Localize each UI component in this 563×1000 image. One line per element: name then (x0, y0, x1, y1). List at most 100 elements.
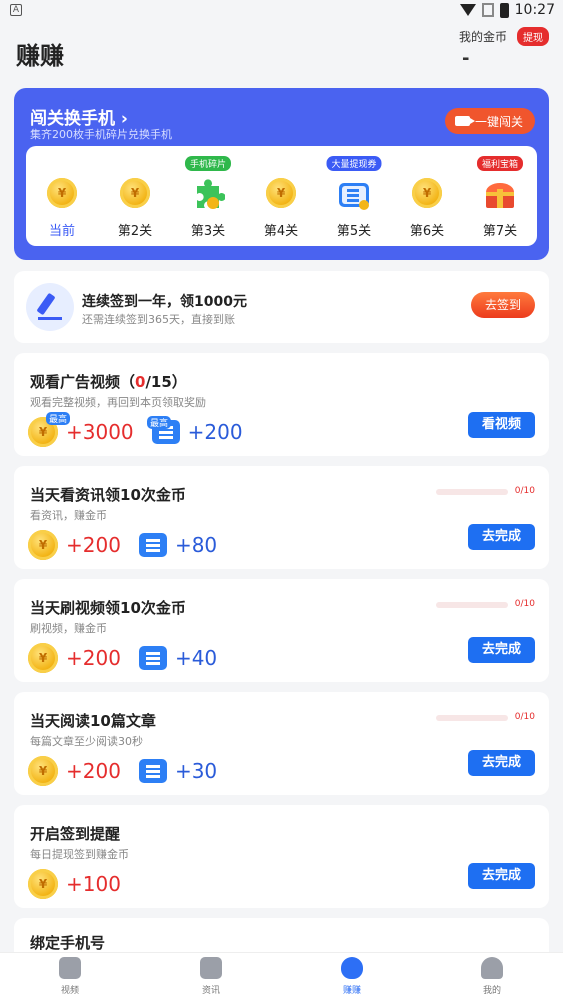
task-subtitle: 每篇文章至少阅读30秒 (30, 735, 143, 748)
gold-coin-icon: ¥ (266, 178, 296, 208)
tab-video[interactable]: 视频 (30, 957, 110, 996)
tab-profile[interactable]: 我的 (452, 957, 532, 996)
coin-reward: +3000 (66, 420, 134, 444)
money-bag-icon (341, 957, 363, 979)
level-label: 第7关 (482, 224, 518, 239)
bottom-tab-bar: 视频 资讯 赚赚 我的 (0, 952, 563, 1000)
news-icon (200, 957, 222, 979)
complete-button[interactable]: 去完成 (467, 863, 535, 889)
gold-coin-icon: ¥ (28, 756, 58, 786)
level-label: 第3关 (190, 224, 226, 239)
coins-value: - (462, 48, 470, 69)
one-click-challenge-button[interactable]: 一键闯关 (444, 108, 535, 134)
task-progress-bar (436, 602, 508, 608)
level-tag: 大量提现券 (326, 156, 382, 171)
tab-news[interactable]: 资讯 (171, 957, 251, 996)
level-item-5[interactable]: 大量提现券 第5关 (324, 146, 384, 246)
coin-reward: +200 (66, 759, 121, 783)
header: 赚赚 我的金币 提现 - (0, 24, 563, 84)
pen-icon (26, 283, 74, 331)
gold-coin-icon: ¥ (28, 530, 58, 560)
level-label: 第4关 (263, 224, 299, 239)
signin-button[interactable]: 去签到 (470, 292, 535, 318)
task-title: 开启签到提醒 (30, 825, 121, 843)
one-click-label: 一键闯关 (474, 114, 523, 129)
tab-label: 资讯 (201, 986, 220, 996)
level-item-4[interactable]: ¥ 第4关 (251, 146, 311, 246)
watch-video-button[interactable]: 看视频 (467, 412, 535, 438)
levels-panel: ¥ 当前 ¥ 第2关 手机碎片 第3关 ¥ 第4关 大量提现券 第5关 ¥ 第6… (26, 146, 537, 246)
task-card-videos: 当天刷视频领10次金币 刷视频，赚金币 0/10 ¥ +200 +40 去完成 (14, 579, 549, 682)
status-bar: A 10:27 (0, 0, 563, 24)
task-reward: ¥ +200 +40 (28, 643, 217, 673)
tab-earn[interactable]: 赚赚 (312, 957, 392, 996)
task-title: 当天刷视频领10次金币 (30, 599, 186, 617)
task-progress-bar (436, 715, 508, 721)
ticket-reward: +30 (174, 759, 218, 783)
task-title: 观看广告视频（0/15） (30, 373, 187, 391)
coin-reward: +200 (66, 533, 121, 557)
status-icons: 10:27 (459, 2, 555, 18)
level-item-3[interactable]: 手机碎片 第3关 (178, 146, 238, 246)
coin-reward: +100 (66, 872, 121, 896)
my-coins-label[interactable]: 我的金币 (459, 28, 507, 45)
level-label: 第6关 (409, 224, 445, 239)
ticket-icon (138, 533, 167, 557)
ticket-reward: +40 (174, 646, 218, 670)
task-subtitle: 看资讯，赚金币 (30, 509, 107, 522)
coin-reward: +200 (66, 646, 121, 670)
complete-button[interactable]: 去完成 (467, 524, 535, 550)
withdraw-button[interactable]: 提现 (517, 27, 549, 46)
phone-fragment-icon (191, 178, 226, 212)
task-subtitle: 刷视频，赚金币 (30, 622, 107, 635)
signin-card: 连续签到一年，领1000元 还需连续签到365天，直接到账 去签到 (14, 271, 549, 343)
task-card-reminder: 开启签到提醒 每日提现签到赚金币 ¥ +100 去完成 (14, 805, 549, 908)
task-title: 绑定手机号 (30, 934, 106, 952)
task-progress-text: 0/10 (514, 599, 535, 609)
task-progress-text: 0/10 (514, 712, 535, 722)
signin-title: 连续签到一年，领1000元 (82, 294, 247, 310)
complete-button[interactable]: 去完成 (467, 750, 535, 776)
task-card-news: 当天看资讯领10次金币 看资讯，赚金币 0/10 ¥ +200 +80 去完成 (14, 466, 549, 569)
tab-label: 视频 (60, 986, 79, 996)
task-subtitle: 观看完整视频，再回到本页领取奖励 (30, 396, 206, 409)
task-title: 当天阅读10篇文章 (30, 712, 156, 730)
ticket-icon (138, 646, 167, 670)
camera-icon (454, 116, 475, 126)
profile-icon (481, 957, 503, 979)
ticket-reward: +200 (187, 420, 243, 444)
task-progress-text: 0/10 (514, 486, 535, 496)
level-item-1[interactable]: ¥ 当前 (32, 146, 92, 246)
treasure-chest-icon (483, 178, 517, 212)
status-time: 10:27 (514, 2, 555, 18)
task-progress-bar (436, 489, 508, 495)
level-item-6[interactable]: ¥ 第6关 (397, 146, 457, 246)
signal-icon (481, 3, 494, 17)
level-item-2[interactable]: ¥ 第2关 (105, 146, 165, 246)
task-reward: ¥ +200 +80 (28, 530, 217, 560)
ticket-icon (138, 759, 167, 783)
page-title: 赚赚 (16, 42, 64, 70)
complete-button[interactable]: 去完成 (467, 637, 535, 663)
gold-coin-icon: ¥ (120, 178, 150, 208)
level-label: 第5关 (336, 224, 372, 239)
ticket-reward: +80 (174, 533, 218, 557)
battery-icon (499, 2, 509, 18)
level-label: 第2关 (117, 224, 153, 239)
withdraw-ticket-icon (337, 178, 371, 212)
task-reward: ¥ +200 +30 (28, 756, 217, 786)
notification-icon: A (10, 4, 22, 16)
level-label: 当前 (48, 224, 75, 239)
gold-coin-icon: ¥ (28, 643, 58, 673)
challenge-banner[interactable]: 闯关换手机 › 集齐200枚手机碎片兑换手机 一键闯关 ¥ 当前 ¥ 第2关 手… (14, 88, 549, 260)
video-icon (59, 957, 81, 979)
wifi-icon (459, 4, 476, 16)
task-title: 当天看资讯领10次金币 (30, 486, 186, 504)
gold-coin-icon: ¥ (28, 869, 58, 899)
gold-coin-icon: ¥ (47, 178, 77, 208)
level-item-7[interactable]: 福利宝箱 第7关 (470, 146, 530, 246)
tab-label: 赚赚 (342, 986, 361, 996)
signin-subtitle: 还需连续签到365天，直接到账 (82, 313, 235, 326)
gold-coin-icon: ¥ (412, 178, 442, 208)
task-card-articles: 当天阅读10篇文章 每篇文章至少阅读30秒 0/10 ¥ +200 +30 去完… (14, 692, 549, 795)
